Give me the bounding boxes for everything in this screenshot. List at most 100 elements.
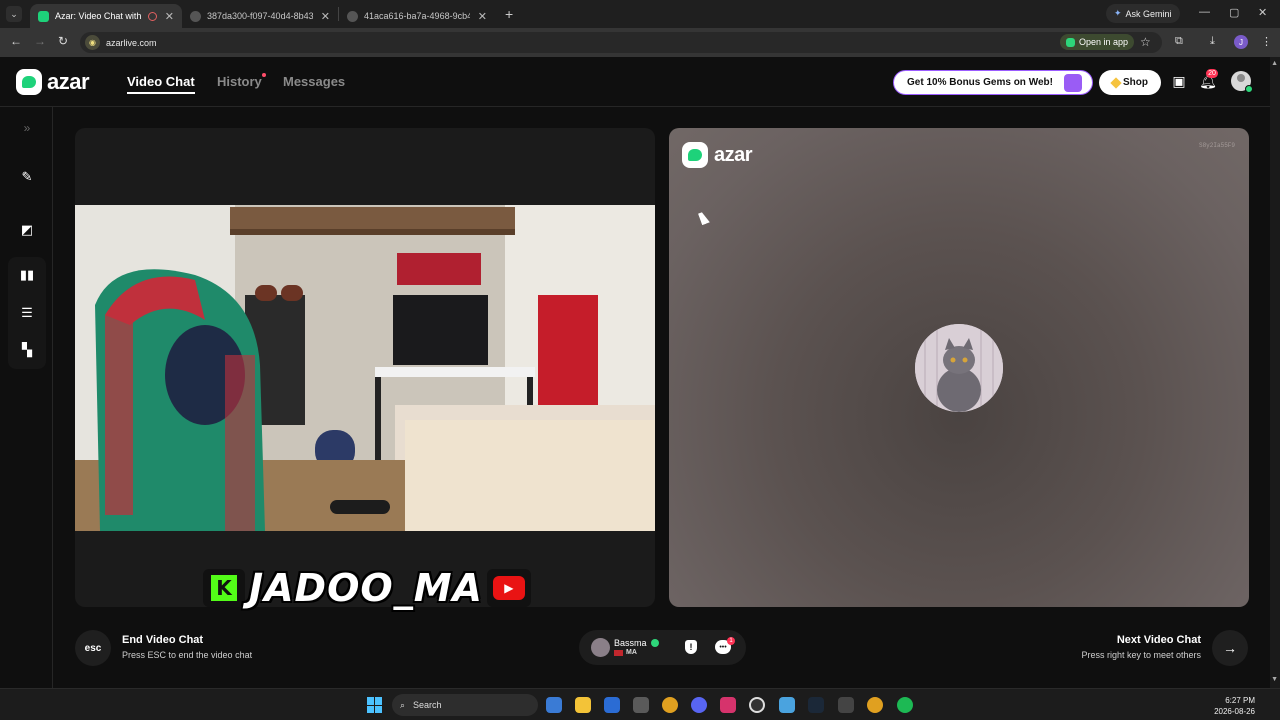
close-tab-icon[interactable]: ✕ [165,10,174,23]
nav-video-chat[interactable]: Video Chat [127,74,195,94]
nav-history[interactable]: History [217,74,262,89]
site-info-icon[interactable]: ◉ [85,35,100,50]
watermark-text: azar [714,143,753,166]
notification-count-badge: 20 [1206,69,1218,78]
new-tab-button[interactable]: + [505,6,513,22]
shop-button[interactable]: Shop [1099,70,1161,95]
tab-title: 41aca616-ba7a-4968-9cb4-587 [364,11,470,21]
profile-avatar-icon[interactable]: J [1234,35,1248,49]
recording-icon [147,11,157,21]
next-chat-button[interactable]: → [1212,630,1248,666]
azar-logo-icon [682,142,708,168]
layout-stacked-icon[interactable]: ☰ [18,304,36,322]
session-id: S8y2Ia55F9 [1198,142,1235,149]
messenger-app-icon[interactable] [779,697,795,713]
search-icon: ⌕ [400,699,406,710]
back-icon[interactable]: ← [10,34,22,48]
close-tab-icon[interactable]: ✕ [478,10,487,23]
gem-icon [1110,76,1122,89]
streamer-handle: JADOO_MA [249,566,483,610]
url-text[interactable]: azarlive.com [106,38,157,48]
azar-app-icon [1066,37,1075,47]
reload-icon[interactable]: ↻ [58,34,68,48]
azar-watermark: azar [682,142,753,168]
next-chat-title: Next Video Chat [1116,634,1201,646]
discord-icon[interactable] [691,697,707,713]
history-unread-dot [262,73,266,77]
end-chat-hint: Press ESC to end the video chat [122,650,253,660]
next-chat-hint: Press right key to meet others [1081,650,1201,660]
chrome-active-icon[interactable] [867,697,883,713]
inbox-icon[interactable]: ▣ [1170,72,1188,90]
azar-logo[interactable]: azar [16,69,90,95]
self-video-pane [75,128,655,607]
page-scrollbar[interactable] [1270,57,1280,688]
omnibox[interactable]: ◉ azarlive.com Open in app ☆ [80,32,1162,53]
tab-2[interactable]: 387da300-f097-40d4-8b43-a14 ✕ [182,4,338,28]
clock-date: 2026-08-26 [1214,707,1255,716]
system-clock[interactable]: 6:27 PM 2026-08-26 [1214,695,1255,717]
partner-name: Bassma [614,638,647,648]
gemini-sparkle-icon: ✦ [1114,8,1122,18]
store-icon[interactable] [633,697,649,713]
globe-icon [190,10,201,22]
left-tool-rail: » ✎ ◩ ▮▮ ☰ ▚ [0,107,53,688]
cat-photo-image [915,324,1003,412]
partner-profile-photo [915,324,1003,412]
azar-favicon-icon [38,10,49,22]
steam-icon[interactable] [808,697,824,713]
tab-search-icon[interactable]: ⌄ [6,6,22,22]
chrome-menu-icon[interactable]: ⋮ [1261,35,1272,48]
partner-country: MA [626,649,637,656]
spotify-icon[interactable] [897,697,913,713]
streamer-overlay: K JADOO_MA ▶ [203,566,531,610]
end-chat-title: End Video Chat [122,634,204,646]
ask-gemini-label: Ask Gemini [1125,8,1172,19]
forward-icon[interactable]: → [34,34,46,48]
scroll-up-icon[interactable]: ▲ [1271,60,1278,67]
minimize-icon[interactable]: — [1199,6,1210,18]
expand-sidebar-icon[interactable]: » [18,119,36,137]
open-in-app-button[interactable]: Open in app [1060,34,1135,50]
taskbar-search[interactable]: ⌕ Search [392,694,538,716]
kick-glyph: K [211,575,237,601]
layout-grid-icon[interactable]: ▚ [18,341,36,359]
magic-wand-icon[interactable]: ✎ [18,168,36,186]
windows-taskbar: ⌕ Search 6:27 PM 2026-08-26 [0,688,1280,720]
capture-app-icon[interactable] [838,697,854,713]
partner-avatar[interactable] [591,638,610,657]
ask-gemini-button[interactable]: ✦ Ask Gemini [1106,4,1180,23]
tab-azar[interactable]: Azar: Video Chat with New ✕ [30,4,182,28]
layout-side-by-side-icon[interactable]: ▮▮ [18,266,36,284]
outlook-icon[interactable] [604,697,620,713]
nav-messages[interactable]: Messages [283,74,345,89]
browser-tab-strip: ⌄ Azar: Video Chat with New ✕ 387da300-f… [0,0,1280,28]
effects-icon[interactable]: ◩ [18,221,36,239]
file-explorer-icon[interactable] [575,697,591,713]
globe-icon [347,10,358,22]
azar-logo-icon [16,69,42,95]
maximize-icon[interactable]: ▢ [1229,6,1239,19]
windows-start-icon[interactable] [367,697,383,713]
downloads-icon[interactable]: ⤓ [1210,35,1215,48]
morocco-flag-icon [614,650,623,656]
shop-label: Shop [1123,77,1148,88]
gift-icon [1064,74,1082,92]
bookmark-star-icon[interactable]: ☆ [1140,35,1151,49]
instagram-icon[interactable] [720,697,736,713]
gallery-app-icon[interactable] [546,697,562,713]
verified-icon [651,639,659,647]
obs-icon[interactable] [749,697,765,713]
close-tab-icon[interactable]: ✕ [321,10,330,23]
youtube-logo-icon: ▶ [486,569,531,607]
extensions-icon[interactable]: ⧉ [1175,35,1183,48]
tab-3[interactable]: 41aca616-ba7a-4968-9cb4-587 ✕ [339,4,495,28]
chrome-app-icon[interactable] [662,697,678,713]
end-chat-button[interactable]: esc [75,630,111,666]
report-shield-icon[interactable]: ! [685,640,697,654]
chat-unread-badge: 1 [727,637,735,645]
bonus-gems-promo-button[interactable]: Get 10% Bonus Gems on Web! [893,70,1093,95]
close-window-icon[interactable]: ✕ [1258,6,1267,19]
scroll-down-icon[interactable]: ▼ [1271,676,1278,683]
app-header: azar Video Chat History Messages Get 10%… [0,57,1270,107]
